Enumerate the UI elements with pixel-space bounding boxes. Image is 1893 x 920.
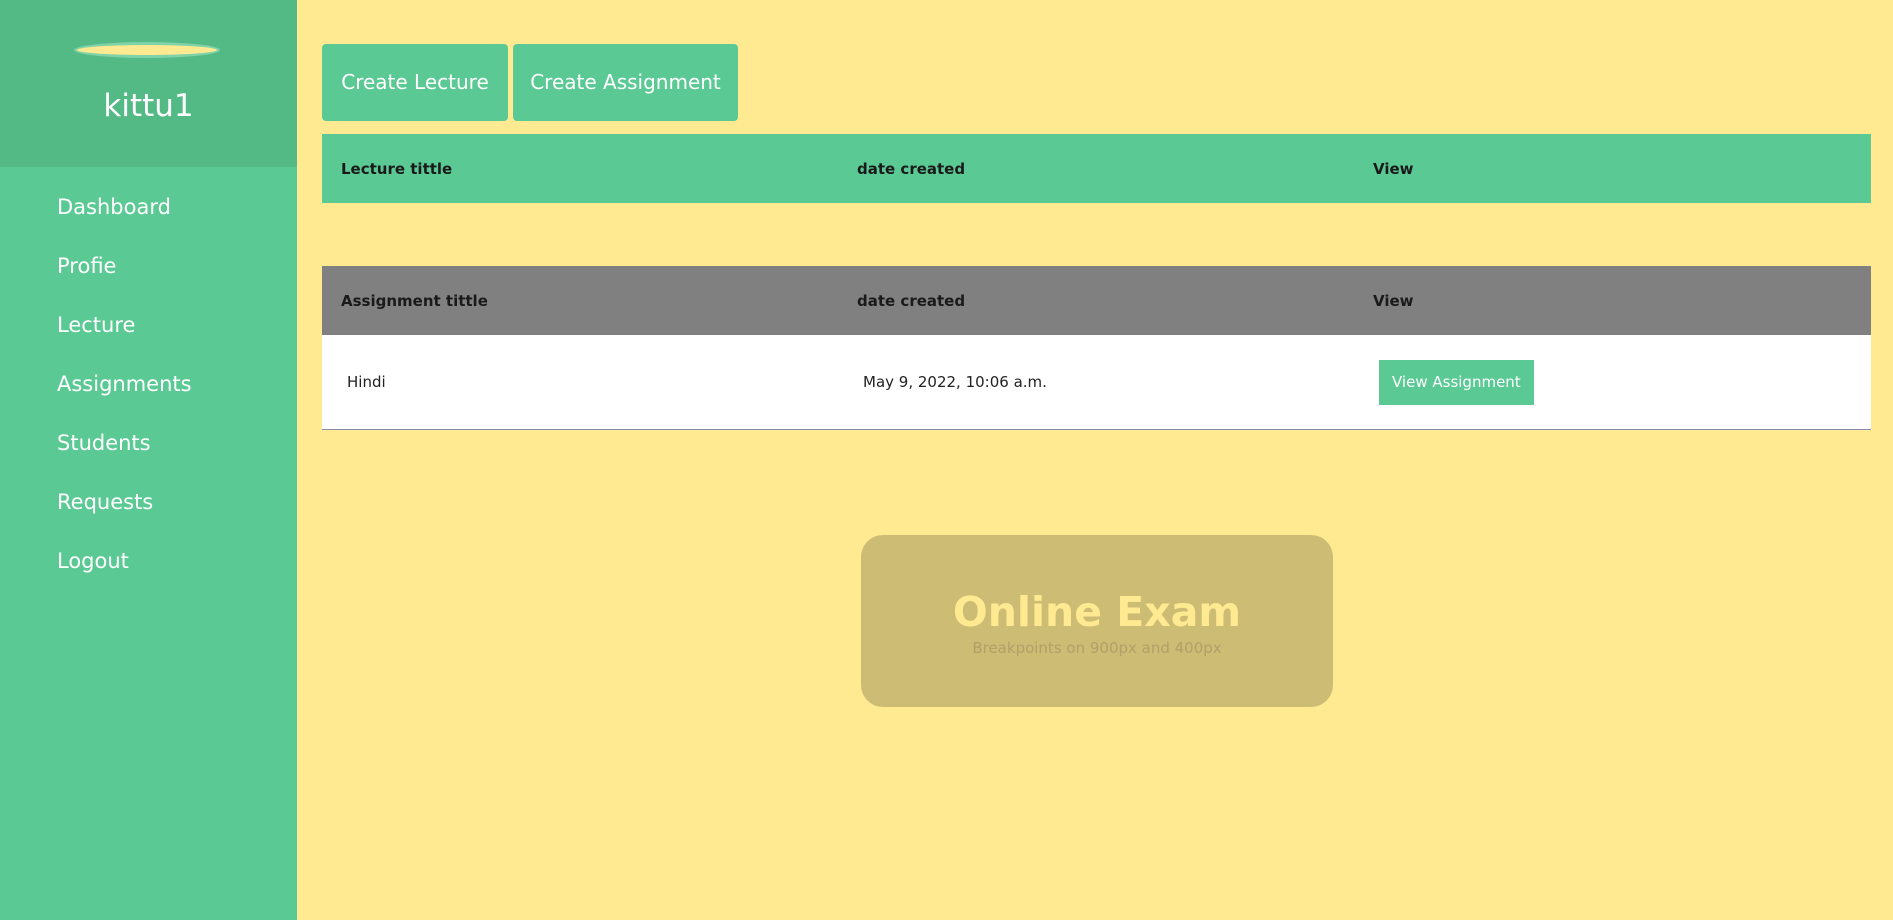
sidebar-item-profile[interactable]: Profie: [0, 244, 297, 303]
lecture-table: Lecture tittle date created View: [322, 134, 1871, 203]
create-assignment-button[interactable]: Create Assignment: [513, 44, 738, 121]
action-bar: Create Lecture Create Assignment: [322, 44, 1871, 122]
assignment-title-cell: Hindi: [347, 373, 386, 391]
column-header-date-created: date created: [857, 159, 966, 178]
username: kittu1: [103, 88, 194, 124]
assignment-table-header: Assignment tittle date created View: [322, 266, 1871, 335]
sidebar: kittu1 Dashboard Profie Lecture Assignme…: [0, 0, 297, 920]
online-exam-subtitle: Breakpoints on 900px and 400px: [972, 639, 1222, 657]
column-header-view: View: [1373, 291, 1414, 310]
sidebar-item-requests[interactable]: Requests: [0, 480, 297, 539]
sidebar-item-assignments[interactable]: Assignments: [0, 362, 297, 421]
create-lecture-button[interactable]: Create Lecture: [322, 44, 508, 121]
main-content: Create Lecture Create Assignment Lecture…: [322, 44, 1871, 430]
sidebar-nav: Dashboard Profie Lecture Assignments Stu…: [0, 185, 297, 598]
lecture-table-header: Lecture tittle date created View: [322, 134, 1871, 203]
column-header-view: View: [1373, 159, 1414, 178]
column-header-date-created: date created: [857, 291, 966, 310]
sidebar-header: kittu1: [0, 0, 297, 167]
sidebar-item-students[interactable]: Students: [0, 421, 297, 480]
assignment-table: Assignment tittle date created View Hind…: [322, 266, 1871, 430]
column-header-lecture-title: Lecture tittle: [341, 159, 453, 178]
view-assignment-button[interactable]: View Assignment: [1379, 359, 1534, 405]
column-header-assignment-title: Assignment tittle: [341, 291, 488, 310]
online-exam-card: Online Exam Breakpoints on 900px and 400…: [861, 535, 1333, 707]
table-row: Hindi May 9, 2022, 10:06 a.m. View Assig…: [322, 335, 1871, 430]
sidebar-item-lecture[interactable]: Lecture: [0, 303, 297, 362]
online-exam-title: Online Exam: [952, 588, 1242, 636]
sidebar-item-dashboard[interactable]: Dashboard: [0, 185, 297, 244]
avatar: [74, 42, 220, 58]
assignment-date-cell: May 9, 2022, 10:06 a.m.: [863, 373, 1047, 391]
assignment-view-cell: View Assignment: [1354, 359, 1871, 405]
sidebar-item-logout[interactable]: Logout: [0, 539, 297, 598]
